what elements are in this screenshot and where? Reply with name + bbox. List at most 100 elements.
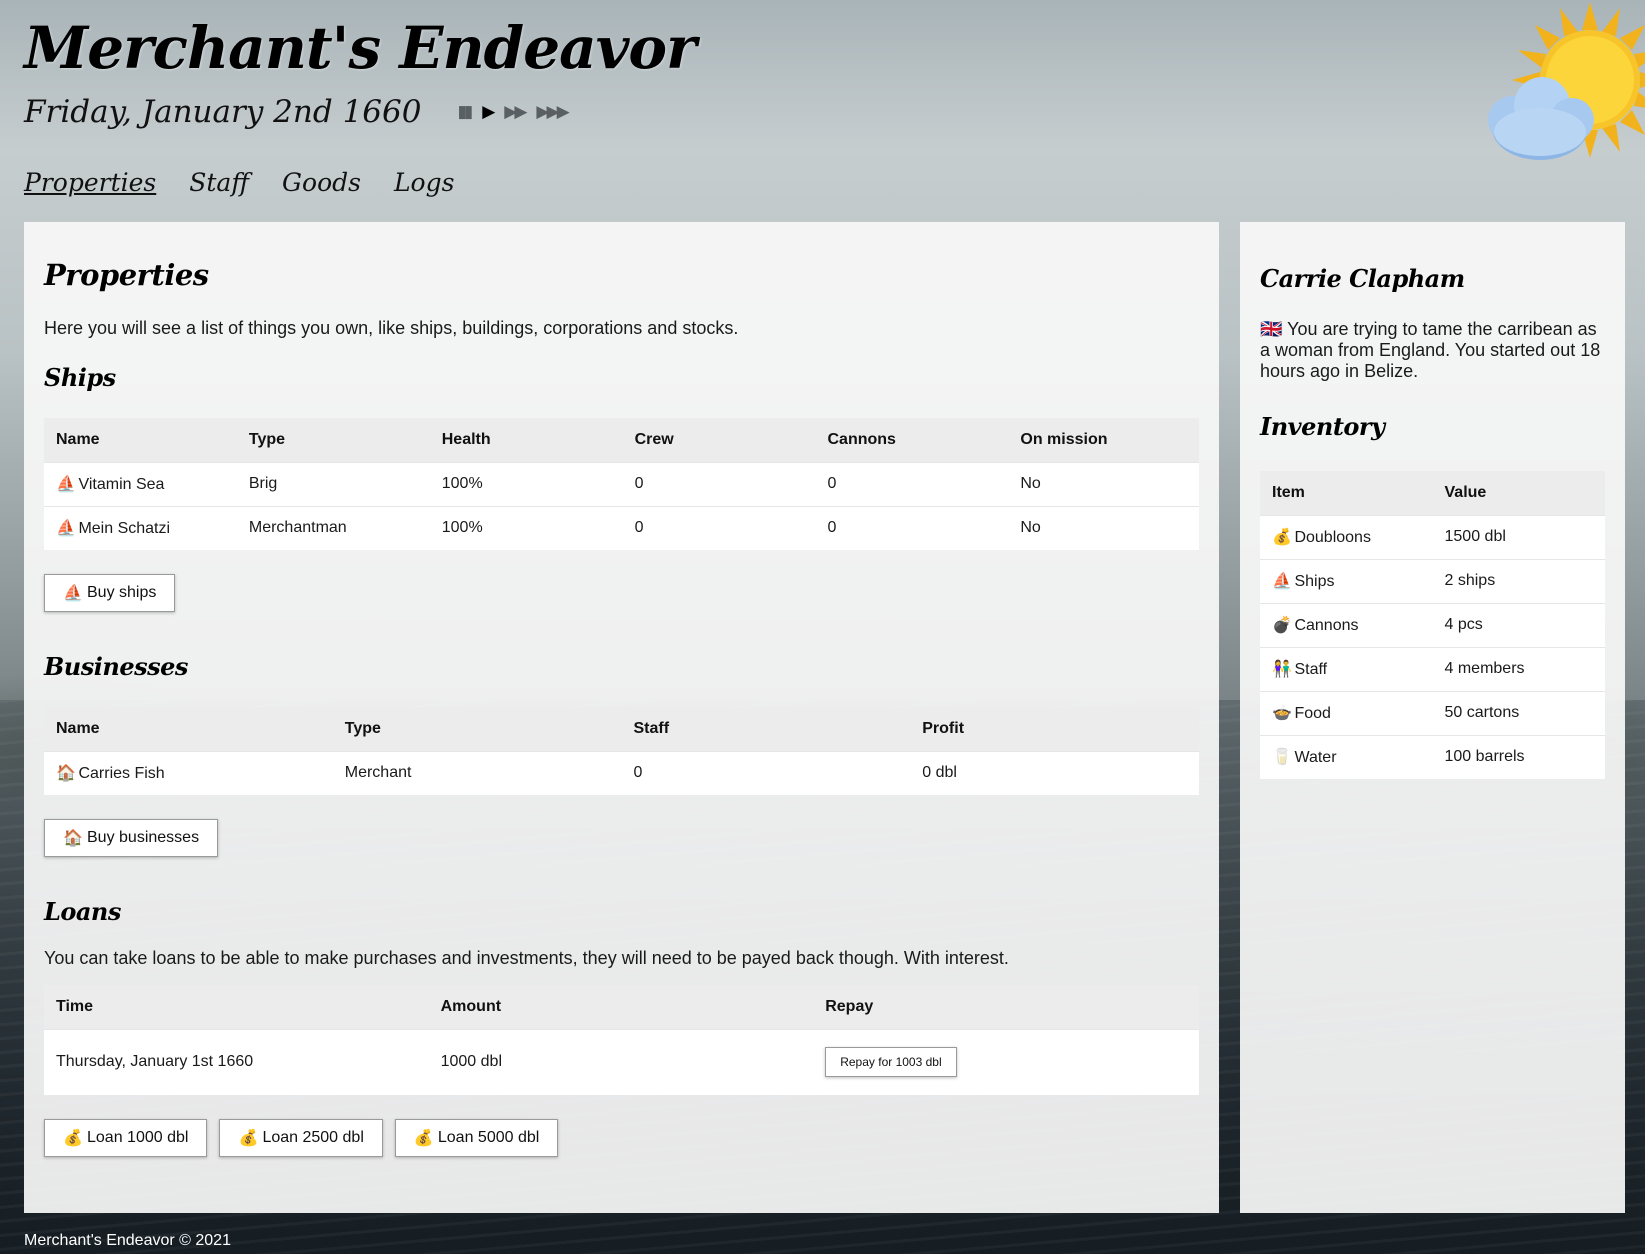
player-name: Carrie Clapham <box>1260 264 1465 293</box>
water-glass-icon: 🥛 <box>1272 749 1292 767</box>
inventory-value: 4 members <box>1432 646 1605 691</box>
food-bowl-icon: 🍲 <box>1272 705 1292 722</box>
col-health: Health <box>429 418 623 462</box>
loan-1000-button[interactable]: 💰 Loan 1000 dbl <box>44 1119 208 1157</box>
date-row: Friday, January 2nd 1660 ▮▮ ▶ ▶▶ ▶▶▶ <box>24 94 570 130</box>
loans-intro: You can take loans to be able to make pu… <box>44 948 1009 968</box>
side-panel: Carrie Clapham 🇬🇧 You are trying to tame… <box>1240 222 1625 1213</box>
inventory-item: Water <box>1294 749 1337 767</box>
people-icon: 👫 <box>1272 661 1292 678</box>
inventory-item: Doubloons <box>1294 529 1371 546</box>
ship-type: Merchantman <box>236 505 430 550</box>
col-value: Value <box>1432 471 1605 515</box>
ship-health: 100% <box>429 461 623 506</box>
table-row: 💰 Doubloons 1500 dbl <box>1260 514 1605 559</box>
loan-time: Thursday, January 1st 1660 <box>44 1028 429 1095</box>
page-title: Properties <box>44 258 209 292</box>
buy-ships-button[interactable]: ⛵ Buy ships <box>44 574 176 612</box>
game-date: Friday, January 2nd 1660 <box>24 94 422 130</box>
inventory-value: 1500 dbl <box>1432 514 1605 559</box>
inventory-value: 50 cartons <box>1432 690 1605 735</box>
buy-businesses-button[interactable]: 🏠 Buy businesses <box>44 819 219 857</box>
table-row: ⛵ Ships 2 ships <box>1260 558 1605 603</box>
footer: Merchant's Endeavor © 2021 <box>24 1232 231 1249</box>
col-staff: Staff <box>621 707 911 751</box>
loan-5000-button[interactable]: 💰 Loan 5000 dbl <box>394 1119 559 1157</box>
inventory-value: 2 ships <box>1432 558 1605 603</box>
ship-icon: ⛵ <box>56 520 76 538</box>
ship-type: Brig <box>236 461 430 506</box>
loan-2500-label: Loan 2500 dbl <box>262 1129 364 1146</box>
ship-crew: 0 <box>622 505 816 550</box>
money-bag-icon: 💰 <box>238 1130 259 1147</box>
ships-heading: Ships <box>44 363 116 392</box>
col-crew: Crew <box>622 418 816 462</box>
sun-cloud-weather-icon <box>1488 2 1645 160</box>
col-type: Type <box>236 418 430 462</box>
buy-ships-label: Buy ships <box>87 584 157 601</box>
business-type: Merchant <box>332 750 622 795</box>
money-bag-icon: 💰 <box>1272 529 1292 546</box>
house-icon: 🏠 <box>56 765 76 783</box>
table-row: 🏠 Carries Fish Merchant 0 0 dbl <box>44 750 1199 795</box>
main-panel: Properties Here you will see a list of t… <box>24 222 1219 1213</box>
table-row: 🍲 Food 50 cartons <box>1260 690 1605 735</box>
player-bio: 🇬🇧 You are trying to tame the carribean … <box>1260 319 1605 382</box>
fast-forward-icon[interactable]: ▶▶ <box>504 102 527 122</box>
loan-5000-label: Loan 5000 dbl <box>437 1129 540 1146</box>
business-profit: 0 dbl <box>910 750 1199 795</box>
loans-heading: Loans <box>44 897 121 926</box>
businesses-heading: Businesses <box>44 652 188 681</box>
ship-on-mission: No <box>1008 505 1199 550</box>
business-name: Carries Fish <box>78 765 165 783</box>
col-amount: Amount <box>428 985 814 1029</box>
loan-1000-label: Loan 1000 dbl <box>87 1129 189 1146</box>
buy-businesses-label: Buy businesses <box>87 829 200 846</box>
nav-logs[interactable]: Logs <box>394 168 455 197</box>
ship-cannons: 0 <box>815 461 1009 506</box>
table-row: ⛵ Mein Schatzi Merchantman 100% 0 0 No <box>44 505 1199 550</box>
ships-table: Name Type Health Crew Cannons On mission… <box>44 418 1199 550</box>
pause-icon[interactable]: ▮▮ <box>457 102 473 122</box>
col-name: Name <box>44 707 333 751</box>
loans-table: Time Amount Repay Thursday, January 1st … <box>44 985 1199 1095</box>
money-bag-icon: 💰 <box>413 1130 434 1147</box>
nav-goods[interactable]: Goods <box>282 168 361 197</box>
col-time: Time <box>44 985 429 1029</box>
table-row: 👫 Staff 4 members <box>1260 646 1605 691</box>
play-icon[interactable]: ▶ <box>482 102 495 122</box>
inventory-item: Ships <box>1294 573 1335 590</box>
table-row: Thursday, January 1st 1660 1000 dbl Repa… <box>44 1028 1199 1095</box>
loan-2500-button[interactable]: 💰 Loan 2500 dbl <box>219 1119 383 1157</box>
nav-properties[interactable]: Properties <box>24 168 156 197</box>
col-name: Name <box>44 418 237 462</box>
table-row: 💣 Cannons 4 pcs <box>1260 602 1605 647</box>
businesses-table: Name Type Staff Profit 🏠 Carries Fish Me… <box>44 707 1199 795</box>
inventory-item: Food <box>1294 705 1331 722</box>
inventory-item: Staff <box>1294 661 1328 678</box>
col-repay: Repay <box>813 985 1199 1029</box>
ship-icon: ⛵ <box>1272 573 1292 590</box>
money-bag-icon: 💰 <box>63 1130 83 1147</box>
fastest-forward-icon[interactable]: ▶▶▶ <box>536 102 569 122</box>
app-title: Merchant's Endeavor <box>24 14 697 82</box>
loan-amount: 1000 dbl <box>428 1028 814 1095</box>
player-bio-text: You are trying to tame the carribean as … <box>1260 319 1601 381</box>
inventory-item: Cannons <box>1294 617 1359 634</box>
ship-name: Vitamin Sea <box>78 476 165 493</box>
uk-flag-icon: 🇬🇧 <box>1260 319 1283 339</box>
col-type: Type <box>332 707 622 751</box>
main-nav: Properties Staff Goods Logs <box>24 168 454 197</box>
repay-loan-button[interactable]: Repay for 1003 dbl <box>825 1047 957 1078</box>
col-cannons: Cannons <box>815 418 1009 462</box>
col-profit: Profit <box>910 707 1199 751</box>
col-on-mission: On mission <box>1008 418 1199 462</box>
ship-icon: ⛵ <box>63 585 83 602</box>
nav-staff[interactable]: Staff <box>189 168 249 197</box>
inventory-value: 4 pcs <box>1432 602 1605 647</box>
properties-intro: Here you will see a list of things you o… <box>44 318 739 338</box>
speed-controls: ▮▮ ▶ ▶▶ ▶▶▶ <box>457 102 569 122</box>
bomb-icon: 💣 <box>1272 617 1292 634</box>
table-row: 🥛 Water 100 barrels <box>1260 734 1605 779</box>
inventory-value: 100 barrels <box>1432 734 1605 779</box>
